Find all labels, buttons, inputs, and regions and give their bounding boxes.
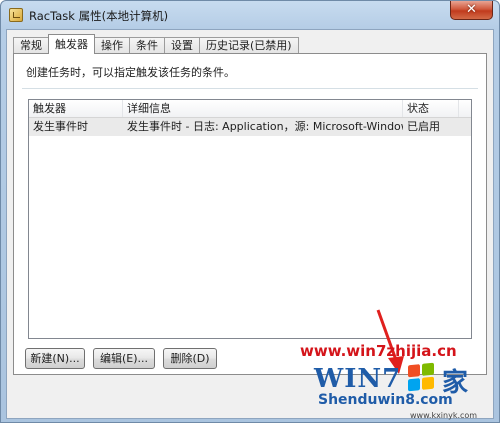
tab-triggers[interactable]: 触发器 xyxy=(48,34,95,54)
watermark-url: www.win7zhijia.cn xyxy=(300,342,457,360)
tab-general[interactable]: 常规 xyxy=(13,37,49,54)
triggers-list[interactable]: 触发器 详细信息 状态 发生事件时 发生事件时 - 日志: Applicatio… xyxy=(28,99,472,339)
tab-conditions[interactable]: 条件 xyxy=(129,37,165,54)
close-button[interactable]: ✕ xyxy=(450,1,493,20)
watermark-site: Shenduwin8.com xyxy=(318,392,453,408)
cell-status: 已启用 xyxy=(407,120,440,133)
tab-actions[interactable]: 操作 xyxy=(94,37,130,54)
divider xyxy=(22,88,478,89)
new-trigger-button[interactable]: 新建(N)... xyxy=(25,348,85,369)
panel-description: 创建任务时，可以指定触发该任务的条件。 xyxy=(26,66,235,79)
table-row[interactable]: 发生事件时 发生事件时 - 日志: Application，源: Microso… xyxy=(29,118,471,136)
edit-trigger-button[interactable]: 编辑(E)... xyxy=(93,348,155,369)
window-title: RacTask 属性(本地计算机) xyxy=(29,9,169,23)
triggers-panel: 创建任务时，可以指定触发该任务的条件。 触发器 详细信息 状态 发生事件时 发生… xyxy=(13,53,487,375)
list-header: 触发器 详细信息 状态 xyxy=(29,100,471,118)
windows-flag-icon xyxy=(408,362,434,392)
column-header-status[interactable]: 状态 xyxy=(403,100,459,117)
tab-settings[interactable]: 设置 xyxy=(164,37,200,54)
column-header-trigger[interactable]: 触发器 xyxy=(29,100,123,117)
tab-strip: 常规 触发器 操作 条件 设置 历史记录(已禁用) xyxy=(13,34,299,54)
task-scheduler-icon xyxy=(9,8,23,22)
tab-history[interactable]: 历史记录(已禁用) xyxy=(199,37,299,54)
watermark-site-small: www.kxinyk.com xyxy=(410,411,478,420)
site-watermark: www.win7zhijia.cn WIN7 家 Shenduwin8.com … xyxy=(296,334,496,420)
cell-trigger: 发生事件时 xyxy=(33,120,88,133)
delete-trigger-button[interactable]: 删除(D) xyxy=(163,348,217,369)
watermark-brand-left: WIN7 xyxy=(314,364,402,394)
cell-details: 发生事件时 - 日志: Application，源: Microsoft-Win… xyxy=(127,120,403,133)
column-header-details[interactable]: 详细信息 xyxy=(123,100,403,117)
title-bar[interactable]: RacTask 属性(本地计算机) ✕ xyxy=(1,1,499,29)
